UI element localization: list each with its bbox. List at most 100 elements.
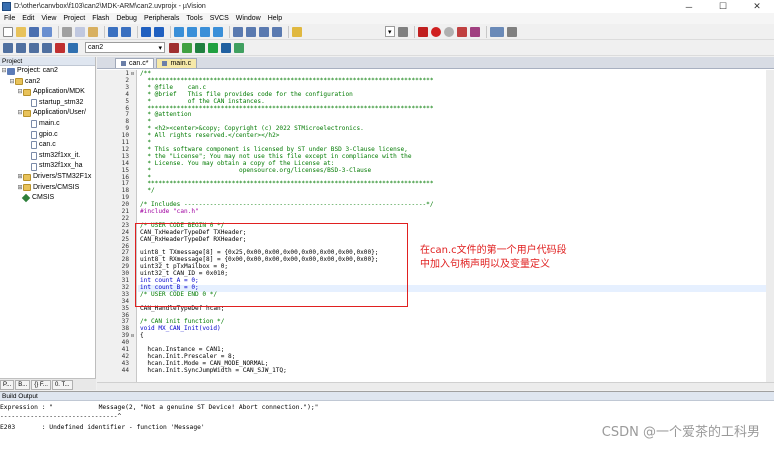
tab-templates[interactable]: 0. T... <box>51 379 73 390</box>
tree-item-group[interactable]: ⊟ Application/User/ <box>0 108 95 119</box>
uncomment-icon[interactable] <box>272 26 282 37</box>
tab-main-c[interactable]: main.c <box>156 58 198 68</box>
breakpoint-clear-icon[interactable] <box>457 26 467 37</box>
tree-item-component[interactable]: CMSIS <box>0 193 95 204</box>
tree-item-label: CMSIS <box>32 194 55 202</box>
tab-can-c[interactable]: can.c* <box>115 58 155 68</box>
tree-item-group[interactable]: ⊞ Drivers/STM32F1x <box>0 172 95 183</box>
rebuild-icon[interactable] <box>29 42 39 53</box>
pack-installer-icon[interactable] <box>208 42 218 53</box>
nav-forward-icon[interactable] <box>154 26 164 37</box>
csdn-watermark: CSDN @一个爱茶的工科男 <box>601 425 760 440</box>
build-icon[interactable] <box>16 42 26 53</box>
paste-icon[interactable] <box>88 26 98 37</box>
code-text: * All rights reserved.</center></h2> <box>140 132 280 140</box>
editor-vertical-scrollbar[interactable] <box>766 70 774 382</box>
tree-item-target[interactable]: ⊟ can2 <box>0 77 95 88</box>
minimize-button[interactable]: ─ <box>672 0 706 13</box>
bookmark-icon[interactable] <box>174 26 184 37</box>
target-select-value: can2 <box>88 44 104 51</box>
toolbar-separator <box>414 25 415 38</box>
fold-marker-icon[interactable]: ⊟ <box>131 333 136 340</box>
cut-icon[interactable] <box>62 26 72 37</box>
undo-icon[interactable] <box>108 26 118 37</box>
toolbar-separator <box>104 25 105 38</box>
breakpoint-icon[interactable] <box>431 26 441 37</box>
menu-help[interactable]: Help <box>268 15 282 22</box>
menu-view[interactable]: View <box>41 15 56 22</box>
redo-icon[interactable] <box>121 26 131 37</box>
tree-item-group[interactable]: ⊞ Drivers/CMSIS <box>0 183 95 194</box>
maximize-button[interactable]: ☐ <box>706 0 740 13</box>
build-output-line: Expression : " Message(2, "Not a genuine… <box>0 404 319 411</box>
close-button[interactable]: ✕ <box>740 0 774 13</box>
menu-peripherals[interactable]: Peripherals <box>144 15 179 22</box>
window-layout-icon[interactable] <box>490 26 504 37</box>
debug-start-icon[interactable] <box>418 26 428 37</box>
bookmark-prev-icon[interactable] <box>187 26 197 37</box>
target-options-icon[interactable] <box>169 42 179 53</box>
manage-components-icon[interactable] <box>234 42 244 53</box>
tree-item-file[interactable]: gpio.c <box>0 130 95 141</box>
open-folder-icon[interactable] <box>16 26 26 37</box>
run-time-environment-icon[interactable] <box>195 42 205 53</box>
indent-icon[interactable] <box>233 26 243 37</box>
tree-item-label: Drivers/CMSIS <box>33 183 80 191</box>
menu-project[interactable]: Project <box>63 15 85 22</box>
code-text: ****************************************… <box>140 180 434 188</box>
select-packs-icon[interactable] <box>221 42 231 53</box>
download-icon[interactable] <box>68 42 78 53</box>
find-combo-arrow[interactable]: ▾ <box>385 26 395 37</box>
tree-item-label: gpio.c <box>39 130 58 138</box>
menu-svcs[interactable]: SVCS <box>210 15 229 22</box>
build-toolbar: can2 ▾ <box>0 40 774 56</box>
toolbar-separator <box>58 25 59 38</box>
file-icon <box>162 61 168 66</box>
tree-item-file[interactable]: startup_stm32 <box>0 98 95 109</box>
file-icon <box>31 141 37 150</box>
stop-build-icon[interactable] <box>55 42 65 53</box>
fold-marker-icon[interactable]: ⊟ <box>131 71 136 78</box>
save-all-icon[interactable] <box>42 26 52 37</box>
tab-functions[interactable]: {} F... <box>31 379 51 390</box>
breakpoint-disable-icon[interactable] <box>444 26 454 37</box>
tab-books[interactable]: B... <box>15 379 31 390</box>
configure-icon[interactable] <box>507 26 517 37</box>
save-icon[interactable] <box>29 26 39 37</box>
component-diamond-icon <box>21 194 31 203</box>
tree-item-file[interactable]: stm32f1xx_ha <box>0 161 95 172</box>
tree-item-file[interactable]: stm32f1xx_it. <box>0 151 95 162</box>
file-icon <box>31 130 37 139</box>
find-in-files-icon[interactable] <box>292 26 302 37</box>
menu-debug[interactable]: Debug <box>116 15 137 22</box>
line-number: 5 <box>125 97 129 105</box>
tab-project[interactable]: P... <box>0 379 15 390</box>
tree-item-group[interactable]: ⊟ Application/MDK <box>0 87 95 98</box>
translate-icon[interactable] <box>3 42 13 53</box>
tree-item-file[interactable]: can.c <box>0 140 95 151</box>
uvision-app-icon <box>2 2 11 11</box>
find-icon[interactable] <box>398 26 408 37</box>
nav-back-icon[interactable] <box>141 26 151 37</box>
breakpoint-kill-icon[interactable] <box>470 26 480 37</box>
tree-item-label: Application/User/ <box>33 109 86 117</box>
target-select[interactable]: can2 ▾ <box>85 42 165 53</box>
copy-icon[interactable] <box>75 26 85 37</box>
bookmark-next-icon[interactable] <box>200 26 210 37</box>
new-file-icon[interactable] <box>3 26 13 37</box>
comment-icon[interactable] <box>259 26 269 37</box>
menu-file[interactable]: File <box>4 15 15 22</box>
window-title: D:\other\canvbox\f103\can2\MDK-ARM\can2.… <box>14 3 206 10</box>
tree-item-label: startup_stm32 <box>39 98 84 106</box>
editor-horizontal-scrollbar[interactable] <box>97 382 774 390</box>
unindent-icon[interactable] <box>246 26 256 37</box>
tree-item-file[interactable]: main.c <box>0 119 95 130</box>
tree-item-project[interactable]: ⊟ Project: can2 <box>0 66 95 77</box>
batch-build-icon[interactable] <box>42 42 52 53</box>
menu-edit[interactable]: Edit <box>22 15 34 22</box>
menu-window[interactable]: Window <box>236 15 261 22</box>
bookmark-clear-icon[interactable] <box>213 26 223 37</box>
menu-tools[interactable]: Tools <box>186 15 202 22</box>
manage-project-icon[interactable] <box>182 42 192 53</box>
menu-flash[interactable]: Flash <box>92 15 109 22</box>
